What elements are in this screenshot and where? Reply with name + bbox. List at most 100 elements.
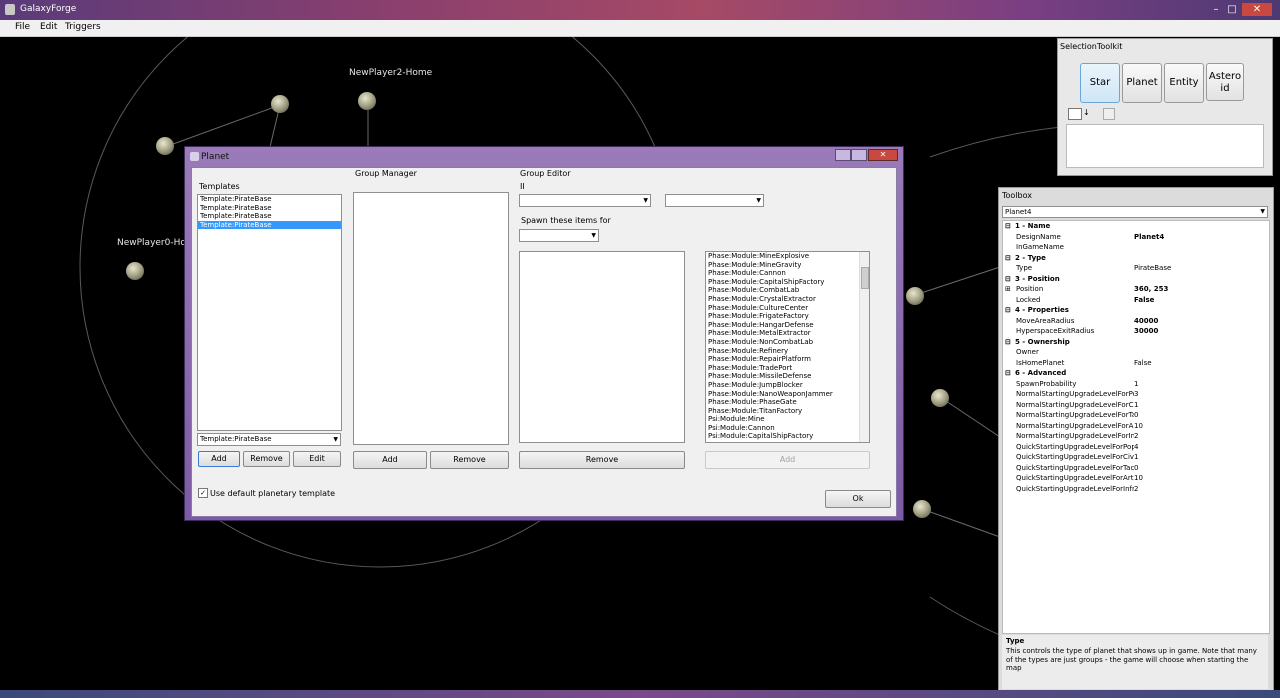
group-type-combo[interactable]: ▼ — [519, 194, 651, 207]
property-category[interactable]: ⊟ 6 - Advanced — [1003, 368, 1269, 379]
entity-tool-button[interactable]: Entity — [1164, 63, 1204, 103]
list-item[interactable]: Phase:Module:CrystalExtractor — [706, 295, 869, 304]
expander-icon[interactable]: ⊞ — [1005, 284, 1011, 295]
expander-icon[interactable]: ⊟ — [1005, 274, 1011, 285]
list-item[interactable]: Template:PirateBase — [198, 204, 341, 213]
property-row[interactable]: InGameName — [1003, 242, 1269, 253]
list-item[interactable]: Phase:Module:RepairPlatform — [706, 355, 869, 364]
property-value[interactable]: PirateBase — [1134, 263, 1171, 274]
list-item[interactable]: Phase:Module:MissileDefense — [706, 372, 869, 381]
property-value[interactable]: 0 — [1134, 463, 1138, 474]
expander-icon[interactable]: ⊟ — [1005, 305, 1011, 316]
template-remove-button[interactable]: Remove — [243, 451, 290, 467]
property-value[interactable]: 2 — [1134, 431, 1138, 442]
property-row[interactable]: SpawnProbability 1 — [1003, 379, 1269, 390]
planet-node[interactable] — [271, 95, 289, 113]
expander-icon[interactable]: ⊟ — [1005, 337, 1011, 348]
group-manager-list[interactable] — [353, 192, 509, 445]
list-item[interactable]: Template:PirateBase — [198, 212, 341, 221]
dialog-close-button[interactable]: ✕ — [868, 149, 898, 161]
property-row[interactable]: QuickStartingUpgradeLevelForTactic 0 — [1003, 463, 1269, 474]
property-value[interactable]: 40000 — [1134, 316, 1158, 327]
planet-node[interactable] — [906, 287, 924, 305]
list-item[interactable]: Phase:Module:MineGravity — [706, 261, 869, 270]
template-add-button[interactable]: Add — [198, 451, 240, 467]
toolbox-object-combo[interactable]: Planet4 ▼ — [1002, 206, 1268, 218]
list-item[interactable]: Phase:Module:CultureCenter — [706, 304, 869, 313]
sort-alpha-icon[interactable]: ↓ — [1083, 108, 1095, 118]
property-grid[interactable]: ⊟ 1 - Name DesignName Planet4 InGameName ⊟ 2 -… — [1002, 220, 1270, 634]
group-filter-combo[interactable]: ▼ — [665, 194, 764, 207]
property-value[interactable]: 360, 253 — [1134, 284, 1168, 295]
property-row[interactable]: QuickStartingUpgradeLevelForPopul 4 — [1003, 442, 1269, 453]
property-value[interactable]: 1 — [1134, 400, 1138, 411]
list-item[interactable]: Phase:Module:Refinery — [706, 347, 869, 356]
property-value[interactable]: 1 — [1134, 379, 1138, 390]
property-row[interactable]: NormalStartingUpgradeLevelForPopu 3 — [1003, 389, 1269, 400]
property-value[interactable]: Planet4 — [1134, 232, 1164, 243]
maximize-button[interactable]: □ — [1224, 3, 1240, 16]
property-row[interactable]: MoveAreaRadius 40000 — [1003, 316, 1269, 327]
list-item[interactable]: Phase:Module:PhaseGate — [706, 398, 869, 407]
property-value[interactable]: 10 — [1134, 421, 1143, 432]
expander-icon[interactable]: ⊟ — [1005, 368, 1011, 379]
property-value[interactable]: 10 — [1134, 473, 1143, 484]
property-value[interactable]: 4 — [1134, 442, 1138, 453]
asteroid-tool-button[interactable]: Astero id — [1206, 63, 1244, 101]
property-row[interactable]: Type PirateBase — [1003, 263, 1269, 274]
scrollbar-thumb[interactable] — [861, 267, 869, 289]
list-item[interactable]: Psi:Module:Mine — [706, 415, 869, 424]
planet-node[interactable] — [931, 389, 949, 407]
group-add-button[interactable]: Add — [353, 451, 427, 469]
property-value[interactable]: False — [1134, 295, 1154, 306]
planet-node[interactable] — [913, 500, 931, 518]
property-value[interactable]: 3 — [1134, 389, 1138, 400]
list-item[interactable]: Psi:Module:Cannon — [706, 424, 869, 433]
property-value[interactable]: 30000 — [1134, 326, 1158, 337]
menu-file[interactable]: File — [15, 22, 30, 32]
property-row[interactable]: Locked False — [1003, 295, 1269, 306]
dialog-maximize-button[interactable] — [851, 149, 867, 161]
spawn-combo[interactable]: ▼ — [519, 229, 599, 242]
minimize-button[interactable]: – — [1208, 3, 1224, 16]
list-item[interactable]: Phase:Module:FrigateFactory — [706, 312, 869, 321]
planet-node[interactable] — [358, 92, 376, 110]
property-row[interactable]: NormalStartingUpgradeLevelForArtifa10 — [1003, 421, 1269, 432]
property-category[interactable]: ⊟ 1 - Name — [1003, 221, 1269, 232]
list-item[interactable]: Phase:Module:CapitalShipFactory — [706, 278, 869, 287]
star-tool-button[interactable]: Star — [1080, 63, 1120, 103]
template-combo[interactable]: Template:PirateBase ▼ — [197, 433, 341, 446]
list-item[interactable]: Phase:Module:NonCombatLab — [706, 338, 869, 347]
property-category[interactable]: ⊟ 5 - Ownership — [1003, 337, 1269, 348]
planet-tool-button[interactable]: Planet — [1122, 63, 1162, 103]
list-item[interactable]: Phase:Module:TradePort — [706, 364, 869, 373]
property-row[interactable]: NormalStartingUpgradeLevelForCivili 1 — [1003, 400, 1269, 411]
list-item[interactable]: Phase:Module:NanoWeaponJammer — [706, 390, 869, 399]
template-edit-button[interactable]: Edit — [293, 451, 341, 467]
categorized-icon[interactable] — [1068, 108, 1082, 120]
planet-node[interactable] — [156, 137, 174, 155]
properties-icon[interactable] — [1103, 108, 1115, 120]
expander-icon[interactable]: ⊟ — [1005, 221, 1011, 232]
property-row[interactable]: QuickStartingUpgradeLevelForCivilia 1 — [1003, 452, 1269, 463]
list-item[interactable]: Phase:Module:MineExplosive — [706, 252, 869, 261]
menu-edit[interactable]: Edit — [40, 22, 57, 32]
property-category[interactable]: ⊟ 2 - Type — [1003, 253, 1269, 264]
list-item-selected[interactable]: Template:PirateBase — [198, 220, 341, 230]
property-row[interactable]: DesignName Planet4 — [1003, 232, 1269, 243]
list-item[interactable]: Template:PirateBase — [198, 195, 341, 204]
property-row[interactable]: Owner — [1003, 347, 1269, 358]
list-item[interactable]: Phase:Module:Cannon — [706, 269, 869, 278]
property-value[interactable]: False — [1134, 358, 1152, 369]
list-item[interactable]: Phase:Module:CombatLab — [706, 286, 869, 295]
property-row[interactable]: ⊞ Position 360, 253 — [1003, 284, 1269, 295]
property-category[interactable]: ⊟ 4 - Properties — [1003, 305, 1269, 316]
expander-icon[interactable]: ⊟ — [1005, 253, 1011, 264]
menu-triggers[interactable]: Triggers — [65, 22, 101, 32]
templates-list[interactable]: Template:PirateBase Template:PirateBase … — [197, 194, 342, 431]
property-row[interactable]: IsHomePlanet False — [1003, 358, 1269, 369]
list-item[interactable]: Phase:Module:JumpBlocker — [706, 381, 869, 390]
ok-button[interactable]: Ok — [825, 490, 891, 508]
group-remove-button[interactable]: Remove — [430, 451, 509, 469]
property-value[interactable]: 2 — [1134, 484, 1138, 495]
